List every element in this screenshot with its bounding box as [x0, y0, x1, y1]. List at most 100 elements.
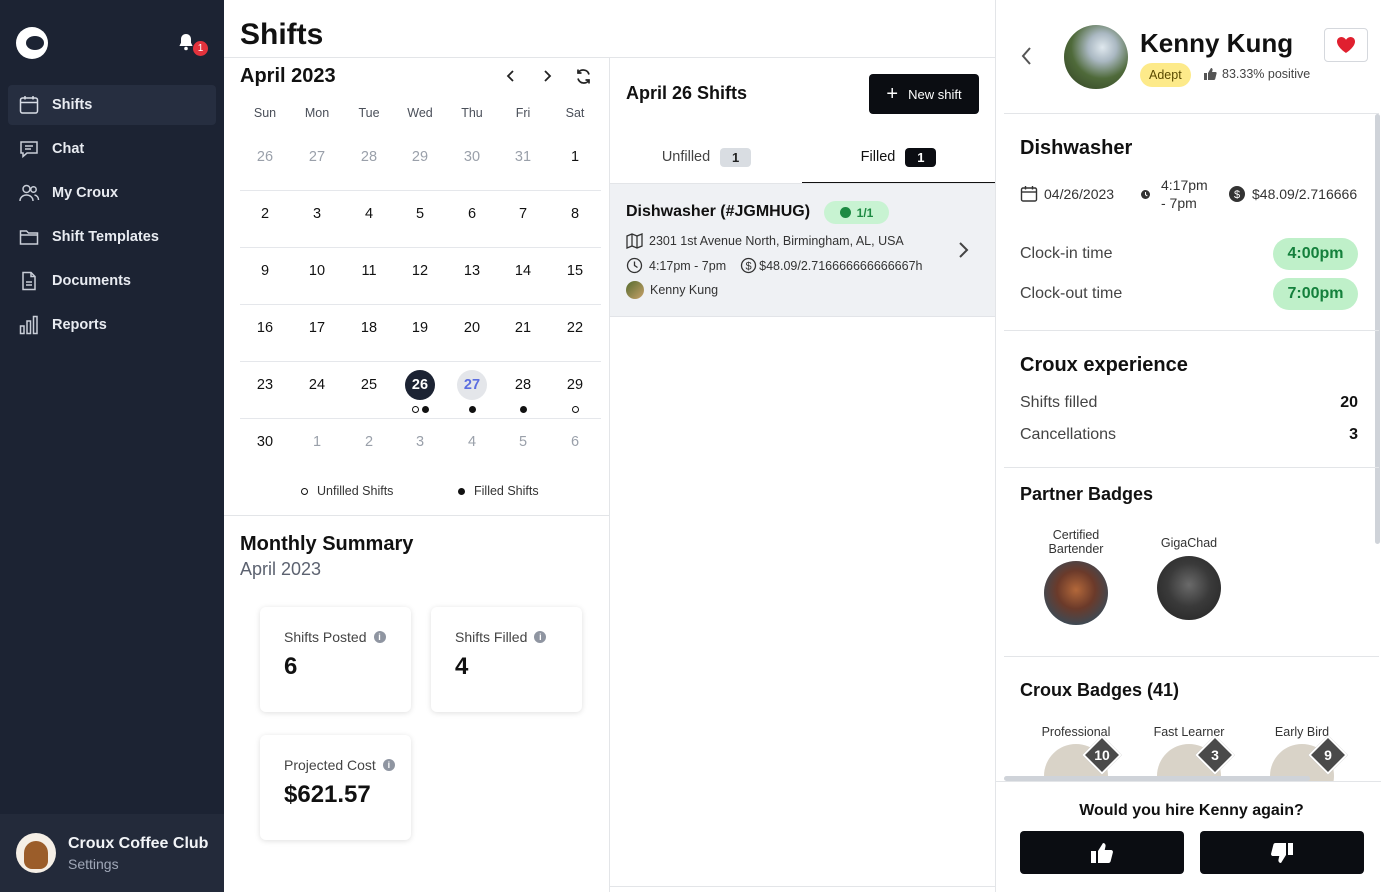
divider	[610, 886, 995, 887]
calendar-day[interactable]: 2	[354, 427, 384, 457]
calendar-day[interactable]: 13	[457, 256, 487, 286]
info-icon[interactable]: i	[534, 631, 547, 643]
sidebar-item-shift-templates[interactable]: Shift Templates	[8, 217, 216, 257]
clock-in-time[interactable]: 4:00pm	[1273, 238, 1358, 270]
shift-date: 04/26/2023	[1020, 185, 1114, 203]
calendar-day[interactable]: 2	[250, 199, 280, 229]
info-icon[interactable]: i	[382, 759, 395, 771]
sidebar-item-label: My Croux	[52, 185, 119, 201]
shift-time: 4:17pm - 7pm	[1140, 176, 1208, 212]
calendar-day[interactable]: 4	[457, 427, 487, 457]
calendar-day[interactable]: 28	[354, 142, 384, 172]
worker-rating-text: 83.33% positive	[1222, 67, 1311, 81]
calendar-day[interactable]: 23	[250, 370, 280, 400]
favorite-button[interactable]	[1324, 28, 1368, 62]
divider	[1004, 113, 1379, 114]
partner-badge[interactable]: GigaChad	[1134, 536, 1244, 620]
calendar-day[interactable]: 3	[302, 199, 332, 229]
calendar-day[interactable]: 16	[250, 313, 280, 343]
hire-again-yes-button[interactable]	[1020, 831, 1184, 874]
back-button[interactable]	[1020, 46, 1032, 72]
calendar-day[interactable]: 26	[405, 370, 435, 400]
next-month-button[interactable]	[537, 66, 557, 86]
croux-logo[interactable]	[16, 27, 48, 59]
refresh-button[interactable]	[573, 66, 593, 86]
tab-count: 1	[905, 147, 937, 167]
sidebar-item-my-croux[interactable]: My Croux	[8, 173, 216, 213]
calendar-day[interactable]: 27	[457, 370, 487, 400]
sidebar-item-label: Shifts	[52, 97, 93, 113]
job-title: Dishwasher	[1020, 137, 1133, 159]
sidebar-item-shifts[interactable]: Shifts	[8, 85, 216, 125]
calendar-day[interactable]: 3	[405, 427, 435, 457]
calendar-day[interactable]: 11	[354, 256, 384, 286]
new-shift-button[interactable]: + New shift	[869, 74, 979, 114]
calendar-day[interactable]: 28	[508, 370, 538, 400]
shift-pay: $ $48.09/2.716666	[1228, 185, 1357, 203]
vertical-scrollbar[interactable]	[1375, 114, 1380, 544]
legend-unfilled-label: Unfilled Shifts	[317, 484, 394, 498]
tab-unfilled[interactable]: Unfilled 1	[610, 130, 803, 184]
legend-filled-label: Filled Shifts	[474, 484, 539, 498]
calendar-day[interactable]: 1	[560, 142, 590, 172]
prev-month-button[interactable]	[501, 66, 521, 86]
hire-again-no-button[interactable]	[1200, 831, 1364, 874]
calendar-day[interactable]: 21	[508, 313, 538, 343]
shift-time-line2: - 7pm	[1161, 195, 1197, 211]
calendar-day[interactable]: 6	[560, 427, 590, 457]
calendar-day[interactable]: 5	[405, 199, 435, 229]
sidebar-item-chat[interactable]: Chat	[8, 129, 216, 169]
weekday-header: Fri	[515, 106, 531, 120]
info-icon[interactable]: i	[373, 631, 386, 643]
clock-out-time[interactable]: 7:00pm	[1273, 278, 1358, 310]
calendar-day[interactable]: 24	[302, 370, 332, 400]
calendar-day[interactable]: 18	[354, 313, 384, 343]
calendar-day[interactable]: 25	[354, 370, 384, 400]
map-icon	[626, 233, 643, 249]
calendar-day[interactable]: 9	[250, 256, 280, 286]
shifts-posted-card: Shifts Posted i 6	[260, 607, 411, 712]
partner-badge[interactable]: Certified Bartender	[1021, 528, 1131, 625]
org-name: Croux Coffee Club	[68, 834, 209, 852]
calendar-day[interactable]: 26	[250, 142, 280, 172]
worker-photo	[1064, 25, 1128, 89]
refresh-icon	[576, 68, 590, 84]
calendar-day[interactable]: 17	[302, 313, 332, 343]
calendar-day[interactable]: 4	[354, 199, 384, 229]
calendar-day[interactable]: 29	[405, 142, 435, 172]
calendar-day[interactable]: 31	[508, 142, 538, 172]
badge-label: Certified	[1052, 528, 1100, 542]
sidebar-item-documents[interactable]: Documents	[8, 261, 216, 301]
calendar-day[interactable]: 14	[508, 256, 538, 286]
sidebar-item-reports[interactable]: Reports	[8, 305, 216, 345]
calendar-day[interactable]: 12	[405, 256, 435, 286]
calendar-day[interactable]: 19	[405, 313, 435, 343]
calendar-day[interactable]: 30	[250, 427, 280, 457]
calendar-day[interactable]: 29	[560, 370, 590, 400]
sidebar: 1 Shifts Chat My Croux Shift Templates D…	[0, 0, 224, 892]
chevron-right-icon[interactable]	[957, 239, 969, 265]
unfilled-shift-dot	[411, 406, 419, 413]
shift-time-line1: 4:17pm	[1161, 177, 1208, 193]
calendar-day[interactable]: 22	[560, 313, 590, 343]
shift-list-item[interactable]: Dishwasher (#JGMHUG) 1/1 2301 1st Avenue…	[610, 184, 995, 317]
heart-icon	[1337, 37, 1355, 53]
calendar-day[interactable]: 8	[560, 199, 590, 229]
calendar-day[interactable]: 5	[508, 427, 538, 457]
calendar-day[interactable]: 15	[560, 256, 590, 286]
tab-filled[interactable]: Filled 1	[802, 130, 995, 184]
account-switcher[interactable]: Croux Coffee Club Settings	[0, 814, 224, 892]
filled-shift-dot	[519, 406, 527, 413]
calendar-day[interactable]: 6	[457, 199, 487, 229]
sidebar-item-label: Chat	[52, 141, 85, 157]
calendar-day[interactable]: 27	[302, 142, 332, 172]
shifts-posted-value: 6	[284, 653, 298, 680]
calendar-day[interactable]: 7	[508, 199, 538, 229]
calendar-day[interactable]: 10	[302, 256, 332, 286]
calendar-day[interactable]: 1	[302, 427, 332, 457]
chevron-left-icon	[506, 70, 514, 82]
calendar-day[interactable]: 20	[457, 313, 487, 343]
shifts-filled-card: Shifts Filled i 4	[431, 607, 582, 712]
calendar-day[interactable]: 30	[457, 142, 487, 172]
settings-link[interactable]: Settings	[68, 856, 208, 872]
